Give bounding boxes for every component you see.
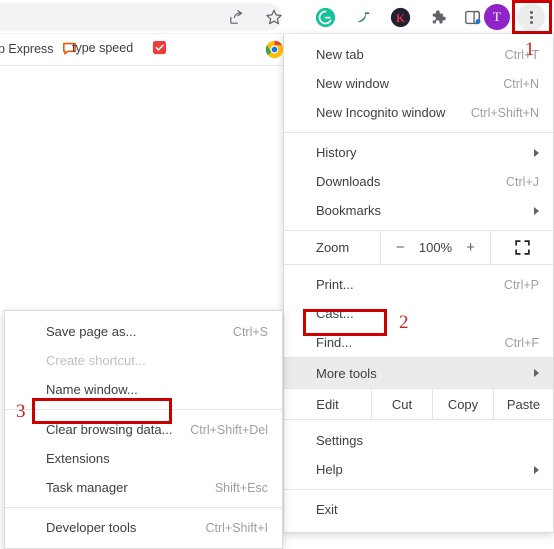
menu-item-more-tools[interactable]: More tools bbox=[284, 357, 553, 388]
red-check-icon bbox=[152, 40, 167, 55]
menu-item-new-tab[interactable]: New tab Ctrl+T bbox=[284, 40, 553, 69]
submenu-item-accel: Shift+Esc bbox=[214, 480, 268, 495]
submenu-item-accel: Ctrl+Shift+I bbox=[205, 520, 268, 535]
zoom-label: Zoom bbox=[316, 240, 350, 255]
chrome-logo-icon[interactable] bbox=[265, 40, 284, 59]
submenu-item-label: Task manager bbox=[46, 480, 128, 495]
menu-item-label: Exit bbox=[316, 502, 338, 517]
menu-item-label: Bookmarks bbox=[316, 203, 382, 218]
submenu-item-save-page-as[interactable]: Save page as... Ctrl+S bbox=[5, 317, 282, 346]
zoom-level: 100% bbox=[418, 240, 453, 255]
paste-button[interactable]: Paste bbox=[494, 389, 553, 419]
menu-item-bookmarks[interactable]: Bookmarks bbox=[284, 196, 553, 225]
bookmark-app-express[interactable]: pp Express bbox=[0, 40, 78, 57]
menu-item-label: New tab bbox=[316, 47, 364, 62]
menu-item-accel: Ctrl+P bbox=[503, 277, 539, 292]
menu-item-exit[interactable]: Exit bbox=[284, 495, 553, 524]
menu-item-label: Downloads bbox=[316, 174, 381, 189]
submenu-item-label: Extensions bbox=[46, 451, 110, 466]
menu-item-label: More tools bbox=[316, 365, 377, 381]
submenu-item-label: Create shortcut... bbox=[46, 353, 146, 368]
menu-item-find[interactable]: Find... Ctrl+F bbox=[284, 328, 553, 357]
menu-separator bbox=[284, 132, 553, 133]
dot-1 bbox=[529, 10, 533, 14]
bookmark-label: type speed bbox=[72, 40, 134, 55]
chevron-right-icon bbox=[534, 206, 539, 215]
menu-item-history[interactable]: History bbox=[284, 138, 553, 167]
side-panel-icon[interactable] bbox=[460, 5, 484, 29]
submenu-item-clear-browsing-data[interactable]: Clear browsing data... Ctrl+Shift+Del bbox=[5, 415, 282, 444]
avatar[interactable]: T bbox=[484, 4, 510, 30]
menu-item-help[interactable]: Help bbox=[284, 455, 553, 484]
submenu-separator bbox=[5, 409, 282, 410]
k-extension-icon[interactable]: K bbox=[388, 5, 412, 29]
menu-separator bbox=[284, 489, 553, 490]
submenu-item-extensions[interactable]: Extensions bbox=[5, 444, 282, 473]
bookmark-star-icon[interactable] bbox=[262, 5, 286, 29]
fullscreen-icon[interactable] bbox=[491, 231, 553, 264]
menu-item-label: Help bbox=[316, 462, 343, 477]
zoom-out-button[interactable]: − bbox=[392, 239, 408, 256]
puzzle-extensions-icon[interactable] bbox=[425, 5, 449, 29]
menu-item-accel: Ctrl+Shift+N bbox=[470, 105, 539, 120]
menu-item-downloads[interactable]: Downloads Ctrl+J bbox=[284, 167, 553, 196]
submenu-item-create-shortcut: Create shortcut... bbox=[5, 346, 282, 375]
avatar-initial: T bbox=[492, 9, 502, 24]
menu-item-label: Settings bbox=[316, 433, 363, 448]
menu-item-label: New Incognito window bbox=[316, 105, 446, 120]
three-dot-menu-button[interactable] bbox=[517, 3, 545, 31]
edit-row: Edit Cut Copy Paste bbox=[284, 388, 553, 420]
menu-item-accel: Ctrl+F bbox=[504, 335, 539, 350]
svg-text:K: K bbox=[396, 12, 405, 24]
bookmark-type-speed[interactable]: type speed bbox=[72, 40, 167, 55]
chrome-main-menu: New tab Ctrl+T New window Ctrl+N New Inc… bbox=[283, 34, 554, 533]
submenu-item-label: Name window... bbox=[46, 382, 138, 397]
more-tools-submenu: Save page as... Ctrl+S Create shortcut..… bbox=[4, 310, 283, 549]
menu-item-label: Print... bbox=[316, 277, 354, 292]
menu-item-settings[interactable]: Settings bbox=[284, 426, 553, 455]
menu-item-print[interactable]: Print... Ctrl+P bbox=[284, 270, 553, 299]
chevron-right-icon bbox=[534, 148, 539, 157]
menu-item-cast[interactable]: Cast... bbox=[284, 299, 553, 328]
submenu-item-developer-tools[interactable]: Developer tools Ctrl+Shift+I bbox=[5, 513, 282, 542]
menu-item-new-window[interactable]: New window Ctrl+N bbox=[284, 69, 553, 98]
dot-2 bbox=[529, 15, 533, 19]
menu-item-new-incognito-window[interactable]: New Incognito window Ctrl+Shift+N bbox=[284, 98, 553, 127]
submenu-item-accel: Ctrl+Shift+Del bbox=[190, 422, 268, 437]
submenu-separator bbox=[5, 507, 282, 508]
zoom-in-button[interactable]: + bbox=[463, 239, 479, 256]
zoom-row: Zoom − 100% + bbox=[284, 230, 553, 265]
zoom-controls: − 100% + bbox=[380, 231, 491, 264]
browser-toolbar: K T bbox=[0, 0, 554, 34]
submenu-item-label: Clear browsing data... bbox=[46, 422, 173, 437]
edit-label: Edit bbox=[284, 389, 372, 419]
copy-button[interactable]: Copy bbox=[433, 389, 494, 419]
chevron-right-icon bbox=[534, 465, 539, 474]
menu-item-accel: Ctrl+J bbox=[506, 174, 539, 189]
submenu-item-accel: Ctrl+S bbox=[232, 324, 268, 339]
chevron-right-icon bbox=[534, 369, 539, 377]
cut-button[interactable]: Cut bbox=[372, 389, 433, 419]
menu-item-label: Find... bbox=[316, 335, 353, 350]
share-icon[interactable] bbox=[224, 5, 248, 29]
menu-item-accel: Ctrl+T bbox=[504, 47, 539, 62]
submenu-item-label: Save page as... bbox=[46, 324, 137, 339]
grammarly-extension-icon[interactable] bbox=[313, 5, 337, 29]
menu-item-label: Cast... bbox=[316, 306, 354, 321]
menu-item-label: History bbox=[316, 145, 357, 160]
menu-item-accel: Ctrl+N bbox=[503, 76, 539, 91]
submenu-item-name-window[interactable]: Name window... bbox=[5, 375, 282, 404]
bookmark-label: pp Express bbox=[0, 41, 54, 56]
kiwi-extension-icon[interactable] bbox=[351, 5, 375, 29]
menu-item-label: New window bbox=[316, 76, 389, 91]
submenu-item-task-manager[interactable]: Task manager Shift+Esc bbox=[5, 473, 282, 502]
dot-3 bbox=[529, 20, 533, 24]
submenu-item-label: Developer tools bbox=[46, 520, 137, 535]
